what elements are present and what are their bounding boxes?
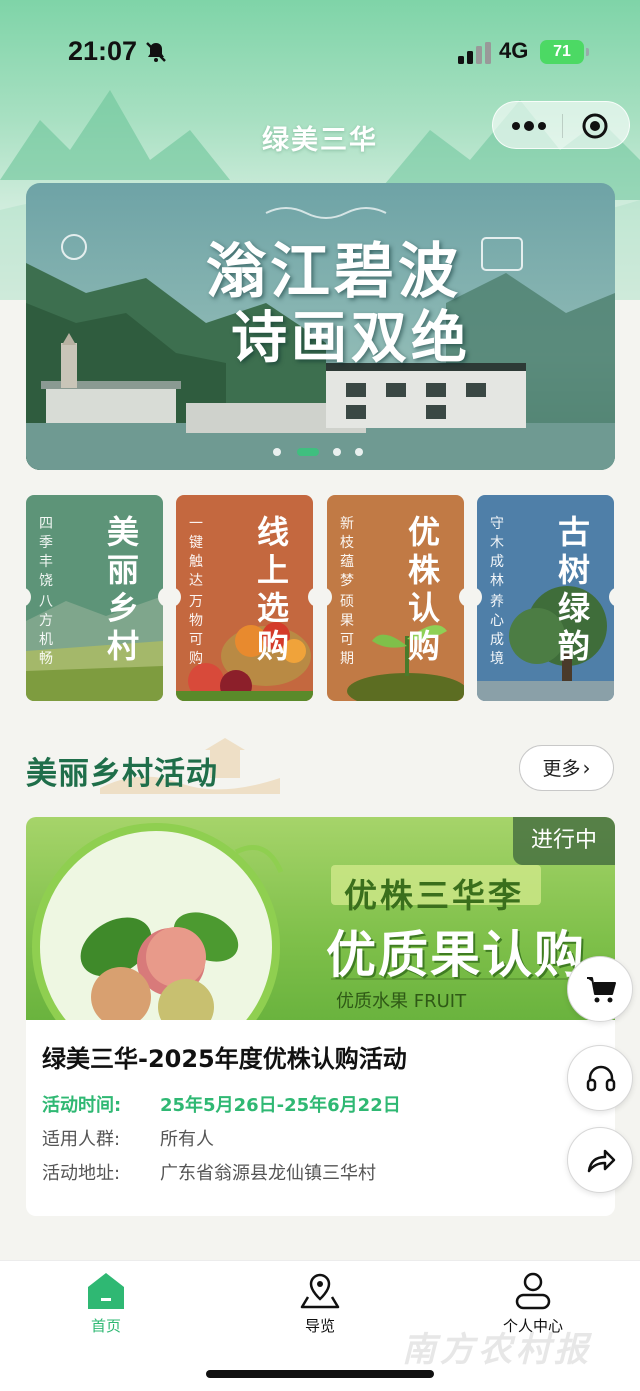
customer-service-button[interactable] [567,1045,633,1111]
share-button[interactable] [567,1127,633,1193]
category-title: 优株认购 [407,513,440,665]
status-time: 21:07 [68,36,138,66]
tab-guide[interactable]: 导览 [260,1271,380,1337]
capsule-divider [562,114,563,138]
category-online-shopping[interactable]: 线上选购 一键触达 万物可购 [176,495,313,701]
category-title: 古树绿韵 [557,513,590,665]
more-button-label: 更多 [542,758,581,780]
bell-off-icon [146,42,166,62]
activity-title: 绿美三华-2025年度优株认购活动 [42,1045,407,1073]
category-title: 美丽乡村 [106,513,139,665]
activity-time-label: 活动时间: [42,1095,122,1116]
category-tree-adoption[interactable]: 优株认购 新枝蕴梦 硕果可期 [327,495,464,701]
more-dots-icon[interactable] [511,114,547,138]
map-pin-icon [300,1273,340,1309]
signal-icon [458,42,491,64]
category-subtitle: 新枝蕴梦 [340,516,354,589]
user-icon [515,1272,551,1310]
banner-title-line2: 诗画双绝 [231,305,471,371]
category-subtitle: 硕果可期 [340,594,354,667]
battery-indicator: 71 [540,40,589,64]
carousel-dot[interactable] [273,448,281,456]
tab-label: 导览 [304,1317,335,1335]
promo-subtitle: 优株三华李 [344,876,524,915]
home-icon [88,1273,124,1309]
category-subtitle: 万物可购 [189,594,203,667]
activity-card[interactable]: 优株三华李 优质果认购 优质水果 FRUIT 进行中 绿美三华-2025年度优株… [26,817,615,1216]
promo-headline: 优质果认购 [326,926,586,984]
carousel-indicator [273,448,373,460]
mini-program-capsule [492,101,630,149]
home-indicator[interactable] [206,1370,434,1378]
tab-home[interactable]: 首页 [46,1271,166,1337]
more-button[interactable]: 更多 › [519,745,614,791]
category-subtitle: 八方机畅 [39,594,53,667]
category-subtitle: 养心成境 [490,594,504,667]
activity-time-value: 25年5月26日-25年6月22日 [160,1095,401,1116]
carousel-dot-active[interactable] [297,448,319,456]
promo-caption: 优质水果 FRUIT [336,991,467,1012]
headset-icon [586,1065,616,1092]
activity-audience-label: 适用人群: [42,1129,121,1150]
watermark: 南方农村报 [402,1330,592,1370]
network-type: 4G [499,38,529,63]
category-subtitle: 四季丰饶 [39,516,53,589]
cart-button[interactable] [567,956,633,1022]
section-title: 美丽乡村活动 [26,756,218,792]
chevron-right-icon: › [582,756,591,780]
close-target-icon[interactable] [581,112,609,140]
category-title: 线上选购 [256,513,289,665]
category-subtitle: 一键触达 [189,516,203,589]
share-icon [587,1149,616,1173]
activity-address-value: 广东省翁源县龙仙镇三华村 [160,1163,376,1184]
category-subtitle: 守木成林 [490,516,504,589]
activity-cover: 优株三华李 优质果认购 优质水果 FRUIT 进行中 [26,817,615,1020]
status-badge: 进行中 [513,817,615,865]
activity-audience-value: 所有人 [160,1129,214,1150]
carousel-dot[interactable] [355,448,363,456]
category-beautiful-village[interactable]: 美丽乡村 四季丰饶 八方机畅 [26,495,163,701]
category-ancient-trees[interactable]: 古树绿韵 守木成林 养心成境 [477,495,614,701]
activity-address-label: 活动地址: [42,1163,121,1184]
cart-icon [587,977,616,1003]
tab-label: 首页 [90,1317,121,1335]
status-bar: 21:07 4G 71 [0,0,640,100]
carousel-dot[interactable] [333,448,341,456]
hero-banner[interactable]: 滃江碧波 诗画双绝 [26,183,615,470]
